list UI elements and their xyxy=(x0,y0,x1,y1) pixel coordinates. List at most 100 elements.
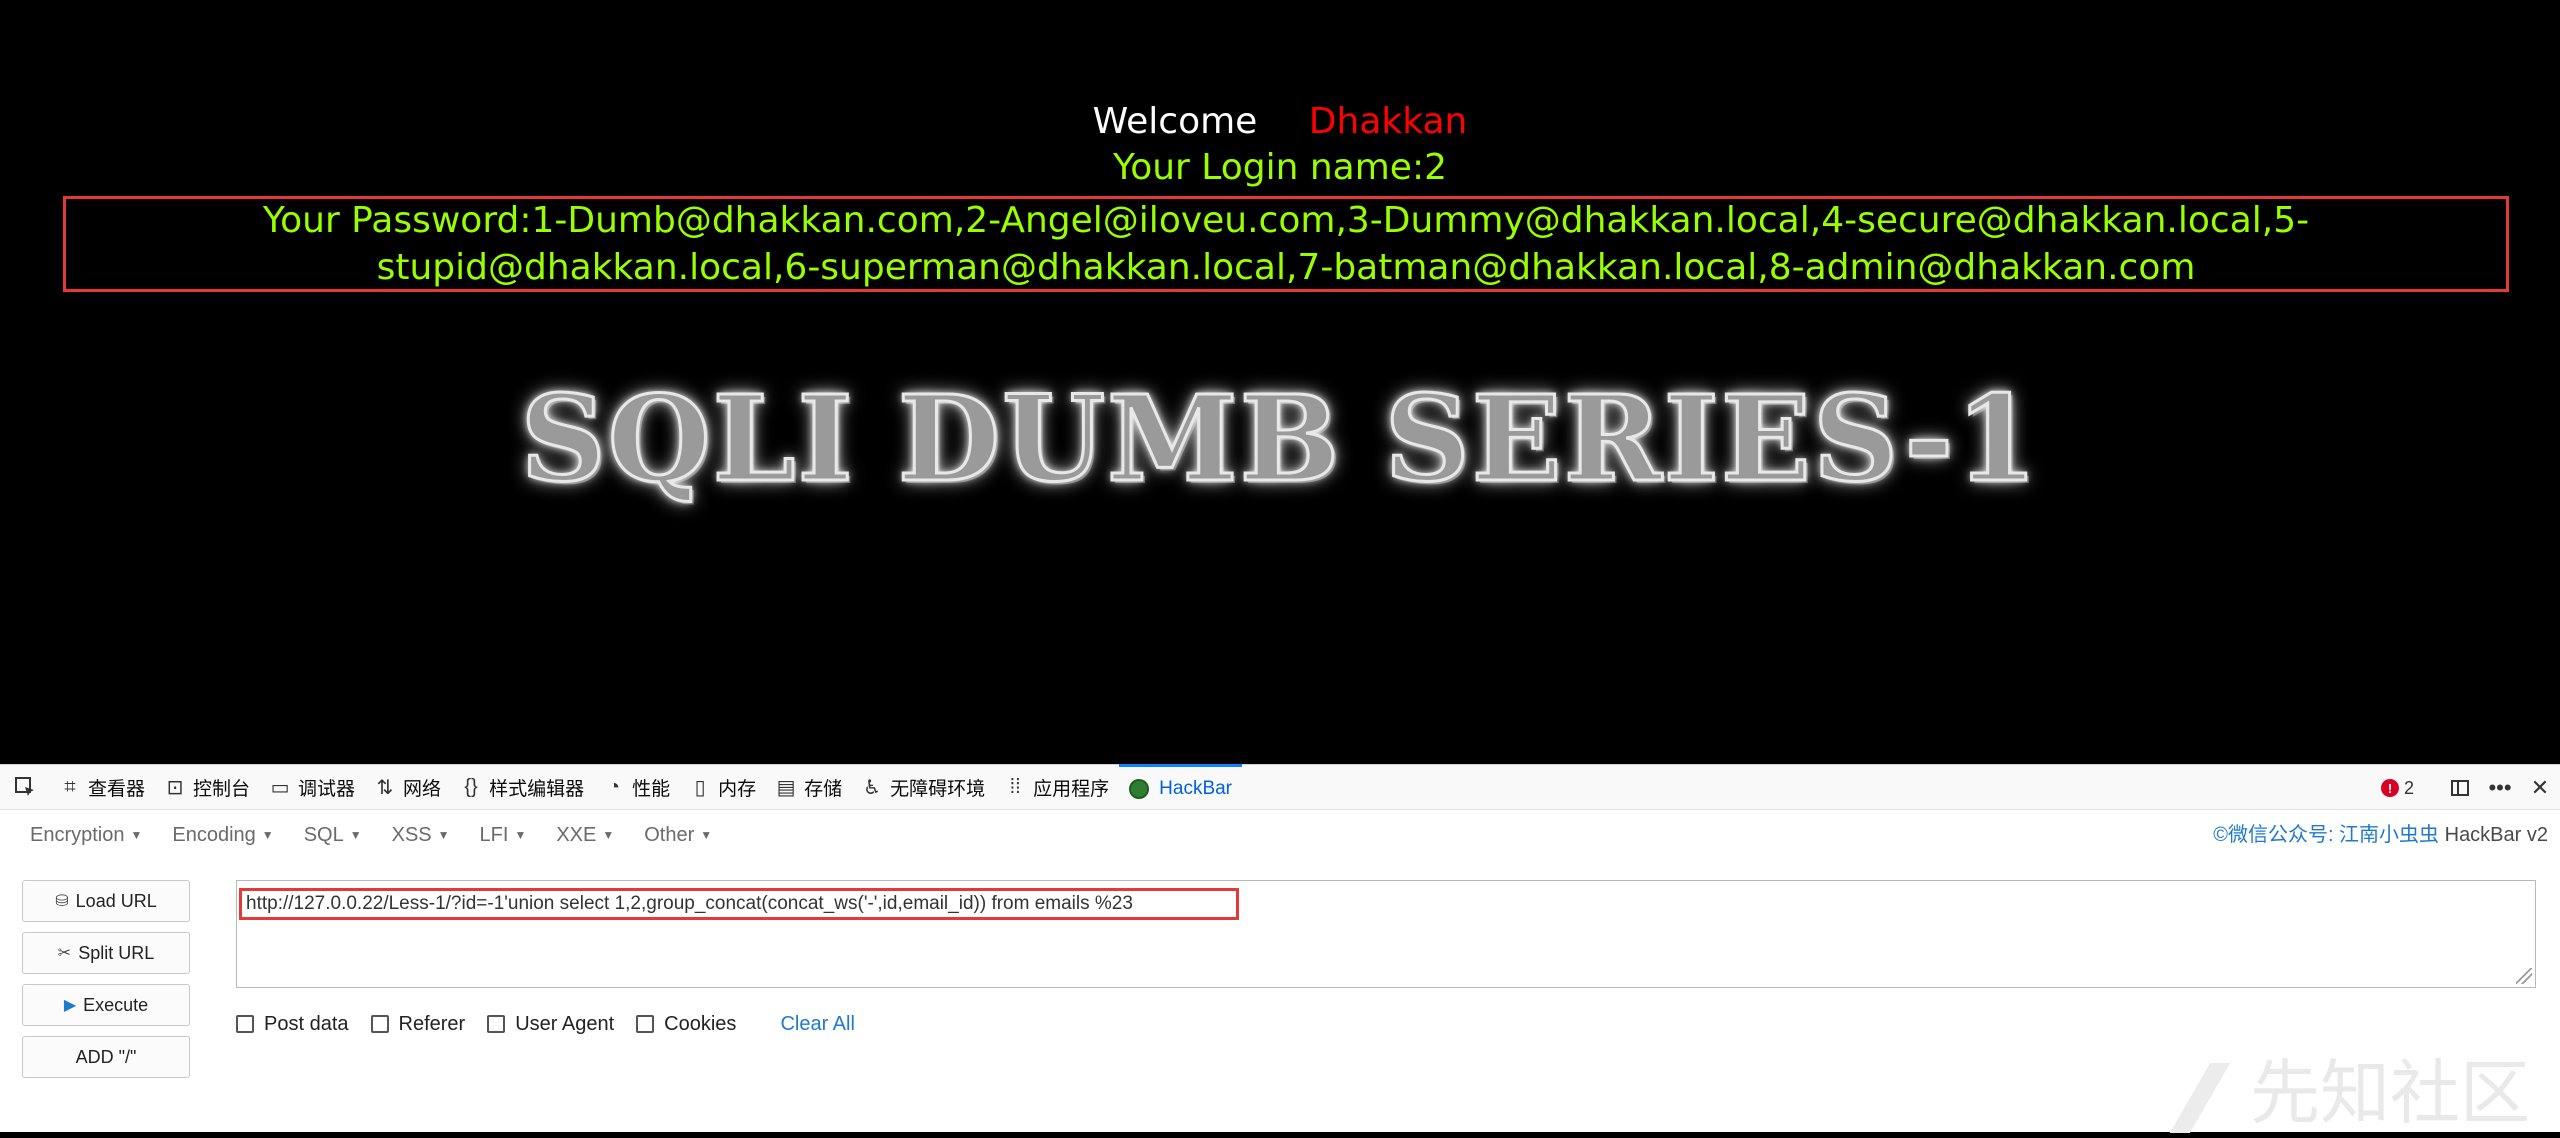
tab-inspector[interactable]: ⌗ 查看器 xyxy=(50,764,155,810)
cookies-checkbox[interactable]: Cookies xyxy=(636,1013,736,1036)
welcome-label: Welcome xyxy=(1092,101,1258,142)
tab-label: HackBar xyxy=(1159,777,1233,799)
menu-label: SQL xyxy=(303,823,344,846)
load-url-button[interactable]: ⛁ Load URL xyxy=(22,880,190,922)
chevron-down-icon: ▼ xyxy=(437,827,450,842)
tab-performance[interactable]: ◔ 性能 xyxy=(594,764,680,810)
menu-label: Encryption xyxy=(30,823,125,846)
chevron-down-icon: ▼ xyxy=(514,827,527,842)
post-data-checkbox[interactable]: Post data xyxy=(236,1013,349,1036)
close-icon[interactable]: ✕ xyxy=(2520,765,2560,811)
tab-memory[interactable]: ▯ 内存 xyxy=(680,764,766,810)
menu-encoding[interactable]: Encoding ▼ xyxy=(172,824,273,847)
chevron-down-icon: ▼ xyxy=(130,827,143,842)
split-url-button[interactable]: ✂ Split URL xyxy=(22,932,190,974)
watermark: 先知社区 xyxy=(2170,1037,2530,1138)
tab-label: 存储 xyxy=(804,778,843,800)
tab-label: 查看器 xyxy=(88,778,146,800)
url-value: http://127.0.0.22/Less-1/?id=-1'union se… xyxy=(246,893,1133,914)
checkbox[interactable] xyxy=(636,1015,655,1033)
banner-text: SQLI DUMB SERIES-1 xyxy=(519,367,2040,509)
load-icon: ⛁ xyxy=(55,893,69,910)
button-label: Load URL xyxy=(75,890,157,911)
devtools-toolbar-right: ! 2 ••• ✕ xyxy=(2380,765,2560,811)
hackbar-icon xyxy=(1129,778,1150,799)
tab-accessibility[interactable]: ♿ 无障碍环境 xyxy=(852,764,995,810)
console-icon: ⊡ xyxy=(166,776,184,799)
inspector-icon: ⌗ xyxy=(64,775,76,798)
add-slash-button[interactable]: ADD "/" xyxy=(22,1036,190,1078)
chevron-down-icon: ▼ xyxy=(700,827,713,842)
clear-all-link[interactable]: Clear All xyxy=(780,1013,854,1036)
tab-style-editor[interactable]: {} 样式编辑器 xyxy=(451,764,594,810)
checkbox[interactable] xyxy=(370,1015,389,1033)
login-name-text: Your Login name:2 xyxy=(1113,147,1447,188)
more-options-icon[interactable]: ••• xyxy=(2480,765,2520,811)
menu-xss[interactable]: XSS ▼ xyxy=(392,824,450,847)
menu-label: LFI xyxy=(479,823,509,846)
menu-other[interactable]: Other ▼ xyxy=(644,824,712,847)
storage-icon: ▤ xyxy=(776,776,796,799)
chevron-down-icon: ▼ xyxy=(349,827,362,842)
devtools-panel: ⌗ 查看器 ⊡ 控制台 ▭ 调试器 ⇅ 网络 {} 样式编辑器 ◔ 性能 ▯ 内… xyxy=(0,764,2560,1134)
tab-label: 控制台 xyxy=(193,778,251,800)
options-row: Post data Referer User Agent Cookies Cle… xyxy=(236,1009,855,1039)
menu-lfi[interactable]: LFI ▼ xyxy=(480,824,527,847)
tab-console[interactable]: ⊡ 控制台 xyxy=(155,764,260,810)
button-label: Execute xyxy=(83,994,149,1015)
error-count-badge[interactable]: ! 2 xyxy=(2380,777,2414,799)
application-icon: ⁞⁞ xyxy=(1009,775,1021,798)
tab-hackbar[interactable]: HackBar xyxy=(1119,764,1243,810)
debugger-icon: ▭ xyxy=(270,776,290,799)
menu-label: XXE xyxy=(556,823,597,846)
tab-label: 内存 xyxy=(718,778,757,800)
menu-encryption[interactable]: Encryption ▼ xyxy=(30,824,142,847)
tab-network[interactable]: ⇅ 网络 xyxy=(365,764,451,810)
style-editor-icon: {} xyxy=(464,775,478,798)
tab-label: 无障碍环境 xyxy=(890,778,986,800)
url-textarea[interactable]: http://127.0.0.22/Less-1/?id=-1'union se… xyxy=(236,880,2536,988)
menu-label: Encoding xyxy=(172,823,256,846)
tab-label: 网络 xyxy=(403,778,442,800)
resize-handle[interactable] xyxy=(2516,968,2532,984)
hackbar-menu: Encryption ▼ Encoding ▼ SQL ▼ XSS ▼ LFI ▼ XXE… xyxy=(0,810,2560,860)
password-text: Your Password:1-Dumb@dhakkan.com,2-Angel… xyxy=(262,200,2310,288)
play-icon: ▶ xyxy=(63,997,77,1014)
performance-icon: ◔ xyxy=(608,775,621,798)
chevron-down-icon: ▼ xyxy=(602,827,615,842)
checkbox-label: Referer xyxy=(398,1012,466,1035)
checkbox-label: User Agent xyxy=(515,1012,615,1035)
checkbox[interactable] xyxy=(487,1015,506,1033)
tab-label: 调试器 xyxy=(298,778,356,800)
welcome-line: Welcome Dhakkan xyxy=(0,98,2560,146)
tab-debugger[interactable]: ▭ 调试器 xyxy=(260,764,365,810)
welcome-username: Dhakkan xyxy=(1308,101,1468,142)
sqli-banner-image: SQLI DUMB SERIES-1 xyxy=(519,367,2039,509)
error-icon: ! xyxy=(2380,779,2399,797)
execute-button[interactable]: ▶ Execute xyxy=(22,984,190,1026)
page-content: Welcome Dhakkan Your Login name:2 Your P… xyxy=(0,0,2560,764)
watermark-logo-icon xyxy=(2170,1062,2230,1133)
menu-xxe[interactable]: XXE ▼ xyxy=(556,824,614,847)
checkbox-label: Cookies xyxy=(664,1012,737,1035)
button-label: Split URL xyxy=(78,942,155,963)
dock-side-icon[interactable] xyxy=(2440,765,2480,811)
tab-application[interactable]: ⁞⁞ 应用程序 xyxy=(995,764,1119,810)
tab-label: 性能 xyxy=(632,778,671,800)
referer-checkbox[interactable]: Referer xyxy=(370,1012,466,1036)
password-highlight-box: Your Password:1-Dumb@dhakkan.com,2-Angel… xyxy=(63,196,2509,292)
error-count: 2 xyxy=(2403,777,2414,798)
tab-storage[interactable]: ▤ 存储 xyxy=(766,764,852,810)
user-agent-checkbox[interactable]: User Agent xyxy=(487,1013,614,1036)
checkbox[interactable] xyxy=(236,1015,254,1033)
credit-link[interactable]: ©微信公众号: 江南小虫虫 xyxy=(2213,824,2439,846)
devtools-toolbar: ⌗ 查看器 ⊡ 控制台 ▭ 调试器 ⇅ 网络 {} 样式编辑器 ◔ 性能 ▯ 内… xyxy=(0,764,2560,810)
accessibility-icon: ♿ xyxy=(863,776,882,799)
menu-sql[interactable]: SQL ▼ xyxy=(304,824,362,847)
menu-label: XSS xyxy=(391,823,432,846)
watermark-text: 先知社区 xyxy=(2250,1052,2530,1134)
hackbar-credit[interactable]: ©微信公众号: 江南小虫虫 HackBar v2 xyxy=(2213,810,2548,860)
element-picker-icon[interactable] xyxy=(0,764,50,810)
scissors-icon: ✂ xyxy=(57,945,72,962)
memory-icon: ▯ xyxy=(694,776,706,799)
